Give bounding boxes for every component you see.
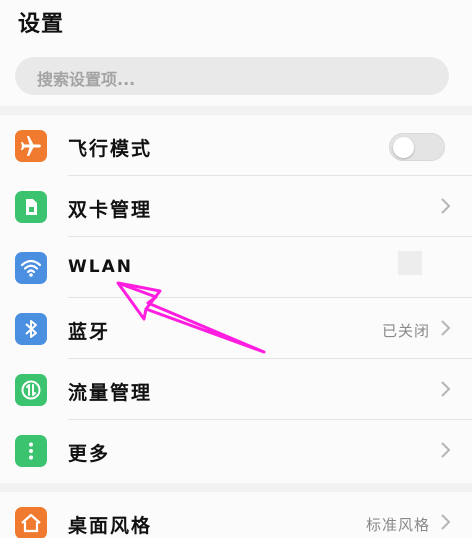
settings-item-data-usage[interactable]: 流量管理 [0,359,472,420]
airplane-icon [15,130,47,162]
wifi-icon [15,252,47,284]
settings-item-bluetooth[interactable]: 蓝牙 已关闭 [0,298,472,359]
chevron-right-icon [441,514,451,530]
settings-item-more[interactable]: 更多 [0,420,472,481]
settings-item-label: 蓝牙 [68,321,111,343]
settings-item-label: 桌面风格 [68,515,153,537]
header: 设置 [0,0,472,50]
search-placeholder: 搜索设置项... [37,70,136,89]
status-placeholder [398,251,422,275]
settings-group-connectivity: 飞行模式 双卡管理 WLAN 蓝牙 已关闭 流量管理 更多 [0,115,472,483]
bluetooth-icon [15,313,47,345]
data-usage-icon [15,374,47,406]
search-area: 搜索设置项... [0,50,472,106]
chevron-right-icon [441,442,451,458]
sim-card-icon [15,191,47,223]
settings-item-label: WLAN [68,257,133,277]
settings-item-label: 流量管理 [68,382,153,404]
home-icon [15,507,47,538]
chevron-right-icon [441,320,451,336]
settings-item-label: 飞行模式 [68,138,153,160]
settings-group-display: 桌面风格 标准风格 [0,492,472,538]
page-title: 设置 [18,12,65,37]
search-input[interactable]: 搜索设置项... [15,57,449,95]
settings-item-wlan[interactable]: WLAN [0,237,472,298]
chevron-right-icon [441,198,451,214]
settings-item-airplane-mode[interactable]: 飞行模式 [0,115,472,176]
toggle-knob [393,137,414,158]
settings-item-desktop-style[interactable]: 桌面风格 标准风格 [0,492,472,538]
chevron-right-icon [441,381,451,397]
settings-item-label: 更多 [68,443,111,465]
more-icon [15,435,47,467]
settings-item-dual-sim[interactable]: 双卡管理 [0,176,472,237]
settings-item-value: 标准风格 [365,516,430,534]
airplane-mode-toggle[interactable] [389,133,445,161]
settings-item-label: 双卡管理 [68,199,153,221]
settings-item-value: 已关闭 [381,322,430,340]
